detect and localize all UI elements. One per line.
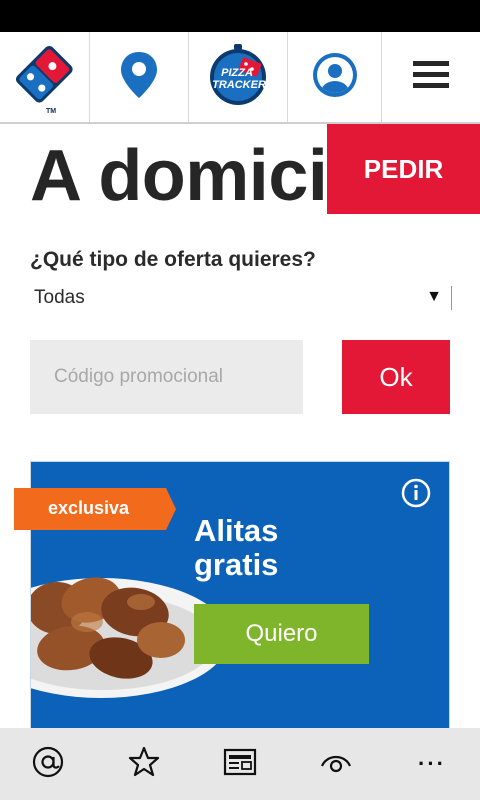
offer-type-select[interactable]: Todas ▼	[30, 284, 452, 312]
favorites-button[interactable]	[96, 728, 192, 800]
home-logo-button[interactable]: TM	[0, 32, 90, 122]
eye-icon	[319, 747, 353, 782]
info-icon[interactable]	[401, 478, 431, 508]
hamburger-menu-icon	[413, 60, 449, 94]
status-bar	[0, 0, 480, 32]
dominos-logo-icon	[15, 45, 74, 109]
watch-button[interactable]	[288, 728, 384, 800]
tracker-text-line2: TRACKER	[212, 79, 266, 91]
location-pin-icon	[118, 50, 160, 105]
order-button[interactable]: PEDIR	[327, 124, 480, 214]
reading-view-button[interactable]	[192, 728, 288, 800]
pizza-tracker-icon: PIZZA TRACKER	[205, 42, 271, 113]
browser-bottom-bar: ···	[0, 728, 480, 800]
promo-code-input[interactable]	[30, 340, 303, 414]
top-navigation: TM PIZZA TRACKER	[0, 32, 480, 124]
pizza-tracker-button[interactable]: PIZZA TRACKER	[189, 32, 288, 122]
exclusive-tag-label: exclusiva	[48, 498, 130, 518]
offer-type-question: ¿Qué tipo de oferta quieres?	[30, 248, 316, 271]
select-divider	[451, 286, 452, 310]
user-avatar-icon	[312, 52, 358, 103]
promo-title: Alitas gratis	[194, 514, 278, 582]
promo-ok-button[interactable]: Ok	[342, 340, 450, 414]
trademark-label: TM	[46, 108, 57, 115]
more-button[interactable]: ···	[384, 728, 480, 800]
account-button[interactable]	[288, 32, 382, 122]
at-button[interactable]	[0, 728, 96, 800]
at-icon	[31, 745, 65, 784]
menu-button[interactable]	[382, 32, 480, 122]
store-locator-button[interactable]	[90, 32, 189, 122]
more-icon: ···	[418, 751, 446, 776]
offer-type-value: Todas	[34, 287, 85, 308]
dropdown-arrow-icon: ▼	[426, 288, 442, 305]
reading-view-icon	[223, 747, 257, 782]
promo-title-line1: Alitas	[194, 513, 279, 548]
promo-title-line2: gratis	[194, 547, 279, 582]
quiero-button[interactable]: Quiero	[194, 604, 369, 664]
tracker-text-line1: PIZZA	[221, 67, 253, 79]
star-icon	[128, 746, 160, 783]
